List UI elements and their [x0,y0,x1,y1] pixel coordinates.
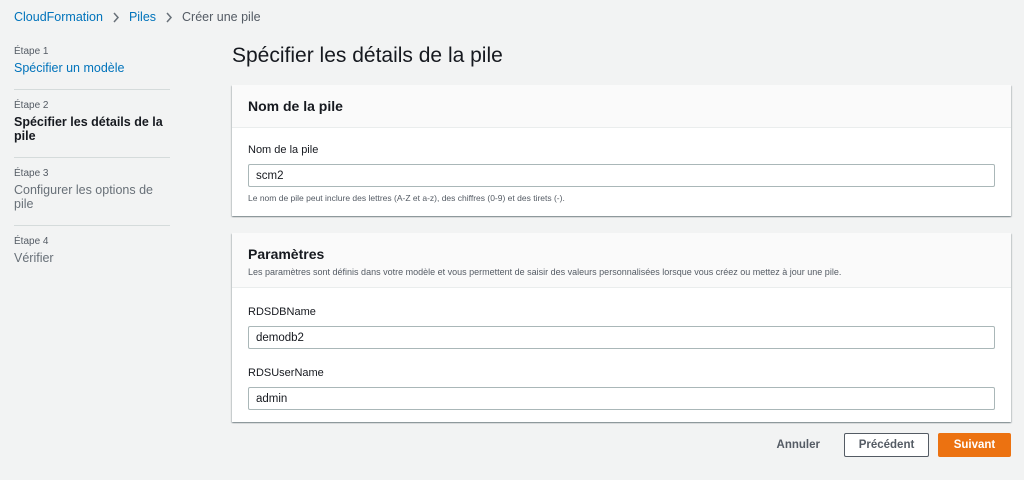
step-number: Étape 3 [14,168,49,179]
previous-button[interactable]: Précédent [844,433,929,457]
step-link-template[interactable]: Spécifier un modèle [14,61,170,75]
step-number: Étape 2 [14,100,49,111]
rdsdbname-label: RDSDBName [248,306,316,318]
step-label-options: Configurer les options de pile [14,183,153,211]
breadcrumb: CloudFormation Piles Créer une pile [14,10,261,24]
wizard-step-4: Étape 4 Vérifier [14,236,170,279]
parameters-panel: Paramètres Les paramètres sont définis d… [232,233,1011,422]
panel-description: Les paramètres sont définis dans votre m… [248,267,842,277]
breadcrumb-cloudformation[interactable]: CloudFormation [14,10,103,24]
step-number: Étape 1 [14,46,49,57]
rdsusername-label: RDSUserName [248,367,324,379]
wizard-step-3: Étape 3 Configurer les options de pile [14,168,170,226]
next-button[interactable]: Suivant [938,433,1011,457]
wizard-actions: Annuler Précédent Suivant [767,433,1011,457]
wizard-steps: Étape 1 Spécifier un modèle Étape 2 Spéc… [14,46,170,289]
wizard-step-2: Étape 2 Spécifier les détails de la pile [14,100,170,158]
cancel-button[interactable]: Annuler [767,433,830,457]
step-label-review: Vérifier [14,251,54,265]
panel-header: Paramètres Les paramètres sont définis d… [232,233,1011,288]
step-number: Étape 4 [14,236,49,247]
step-label-current: Spécifier les détails de la pile [14,115,163,143]
rdsusername-input[interactable] [248,387,995,410]
rdsdbname-input[interactable] [248,326,995,349]
stack-name-label: Nom de la pile [248,144,319,156]
stack-name-panel: Nom de la pile Nom de la pile Le nom de … [232,85,1011,216]
panel-title: Paramètres [248,246,325,262]
chevron-right-icon [103,10,129,24]
page-title: Spécifier les détails de la pile [232,44,503,67]
breadcrumb-current: Créer une pile [182,10,261,24]
panel-body: RDSDBName RDSUserName [232,306,1011,410]
stack-name-hint: Le nom de pile peut inclure des lettres … [248,193,565,203]
stack-name-input[interactable] [248,164,995,187]
breadcrumb-piles[interactable]: Piles [129,10,156,24]
wizard-step-1: Étape 1 Spécifier un modèle [14,46,170,90]
panel-header: Nom de la pile [232,85,1011,128]
panel-body: Nom de la pile Le nom de pile peut inclu… [232,144,1011,203]
chevron-right-icon [156,10,182,24]
panel-title: Nom de la pile [248,98,343,114]
